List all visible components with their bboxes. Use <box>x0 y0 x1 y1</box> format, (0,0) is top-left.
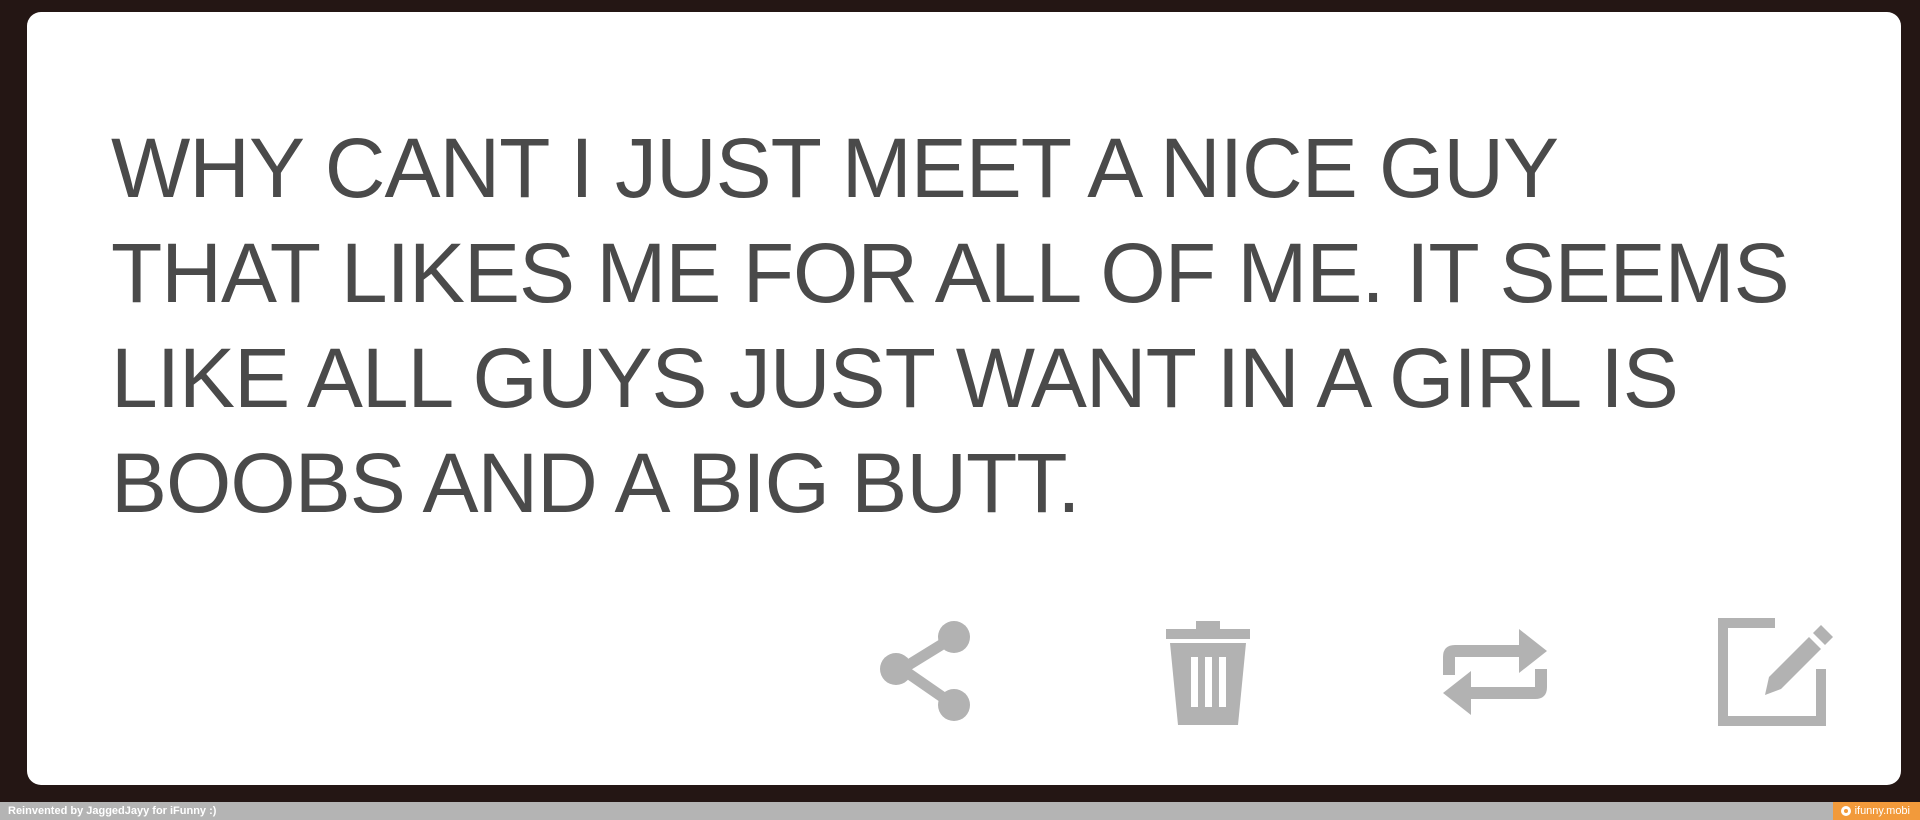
action-bar <box>27 612 1901 732</box>
post-line: BOOBS AND A BIG BUTT. <box>111 436 1081 530</box>
repost-icon <box>1443 629 1547 715</box>
screenshot-frame: WHY CANT I JUST MEET A NICE GUY THAT LIKE… <box>0 0 1920 802</box>
post-card: WHY CANT I JUST MEET A NICE GUY THAT LIKE… <box>27 12 1901 785</box>
watermark-text: ifunny.mobi <box>1854 805 1910 817</box>
post-text: WHY CANT I JUST MEET A NICE GUY THAT LIKE… <box>111 116 1891 536</box>
edit-icon <box>1718 618 1833 726</box>
watermark-badge[interactable]: ifunny.mobi <box>1832 802 1920 820</box>
post-line: THAT LIKES ME FOR ALL OF ME. IT SEEMS <box>111 226 1790 320</box>
edit-button[interactable] <box>1715 612 1835 732</box>
ifunny-logo-icon <box>1840 806 1851 816</box>
trash-icon <box>1166 621 1250 725</box>
repost-button[interactable] <box>1435 612 1555 732</box>
credit-text: Reinvented by JaggedJayy for iFunny :) <box>8 805 217 817</box>
post-line: LIKE ALL GUYS JUST WANT IN A GIRL IS <box>111 331 1679 425</box>
delete-button[interactable] <box>1148 612 1268 732</box>
footer-bar: Reinvented by JaggedJayy for iFunny :) i… <box>0 802 1920 820</box>
share-icon <box>880 621 970 721</box>
share-button[interactable] <box>865 612 985 732</box>
post-line: WHY CANT I JUST MEET A NICE GUY <box>111 121 1559 215</box>
